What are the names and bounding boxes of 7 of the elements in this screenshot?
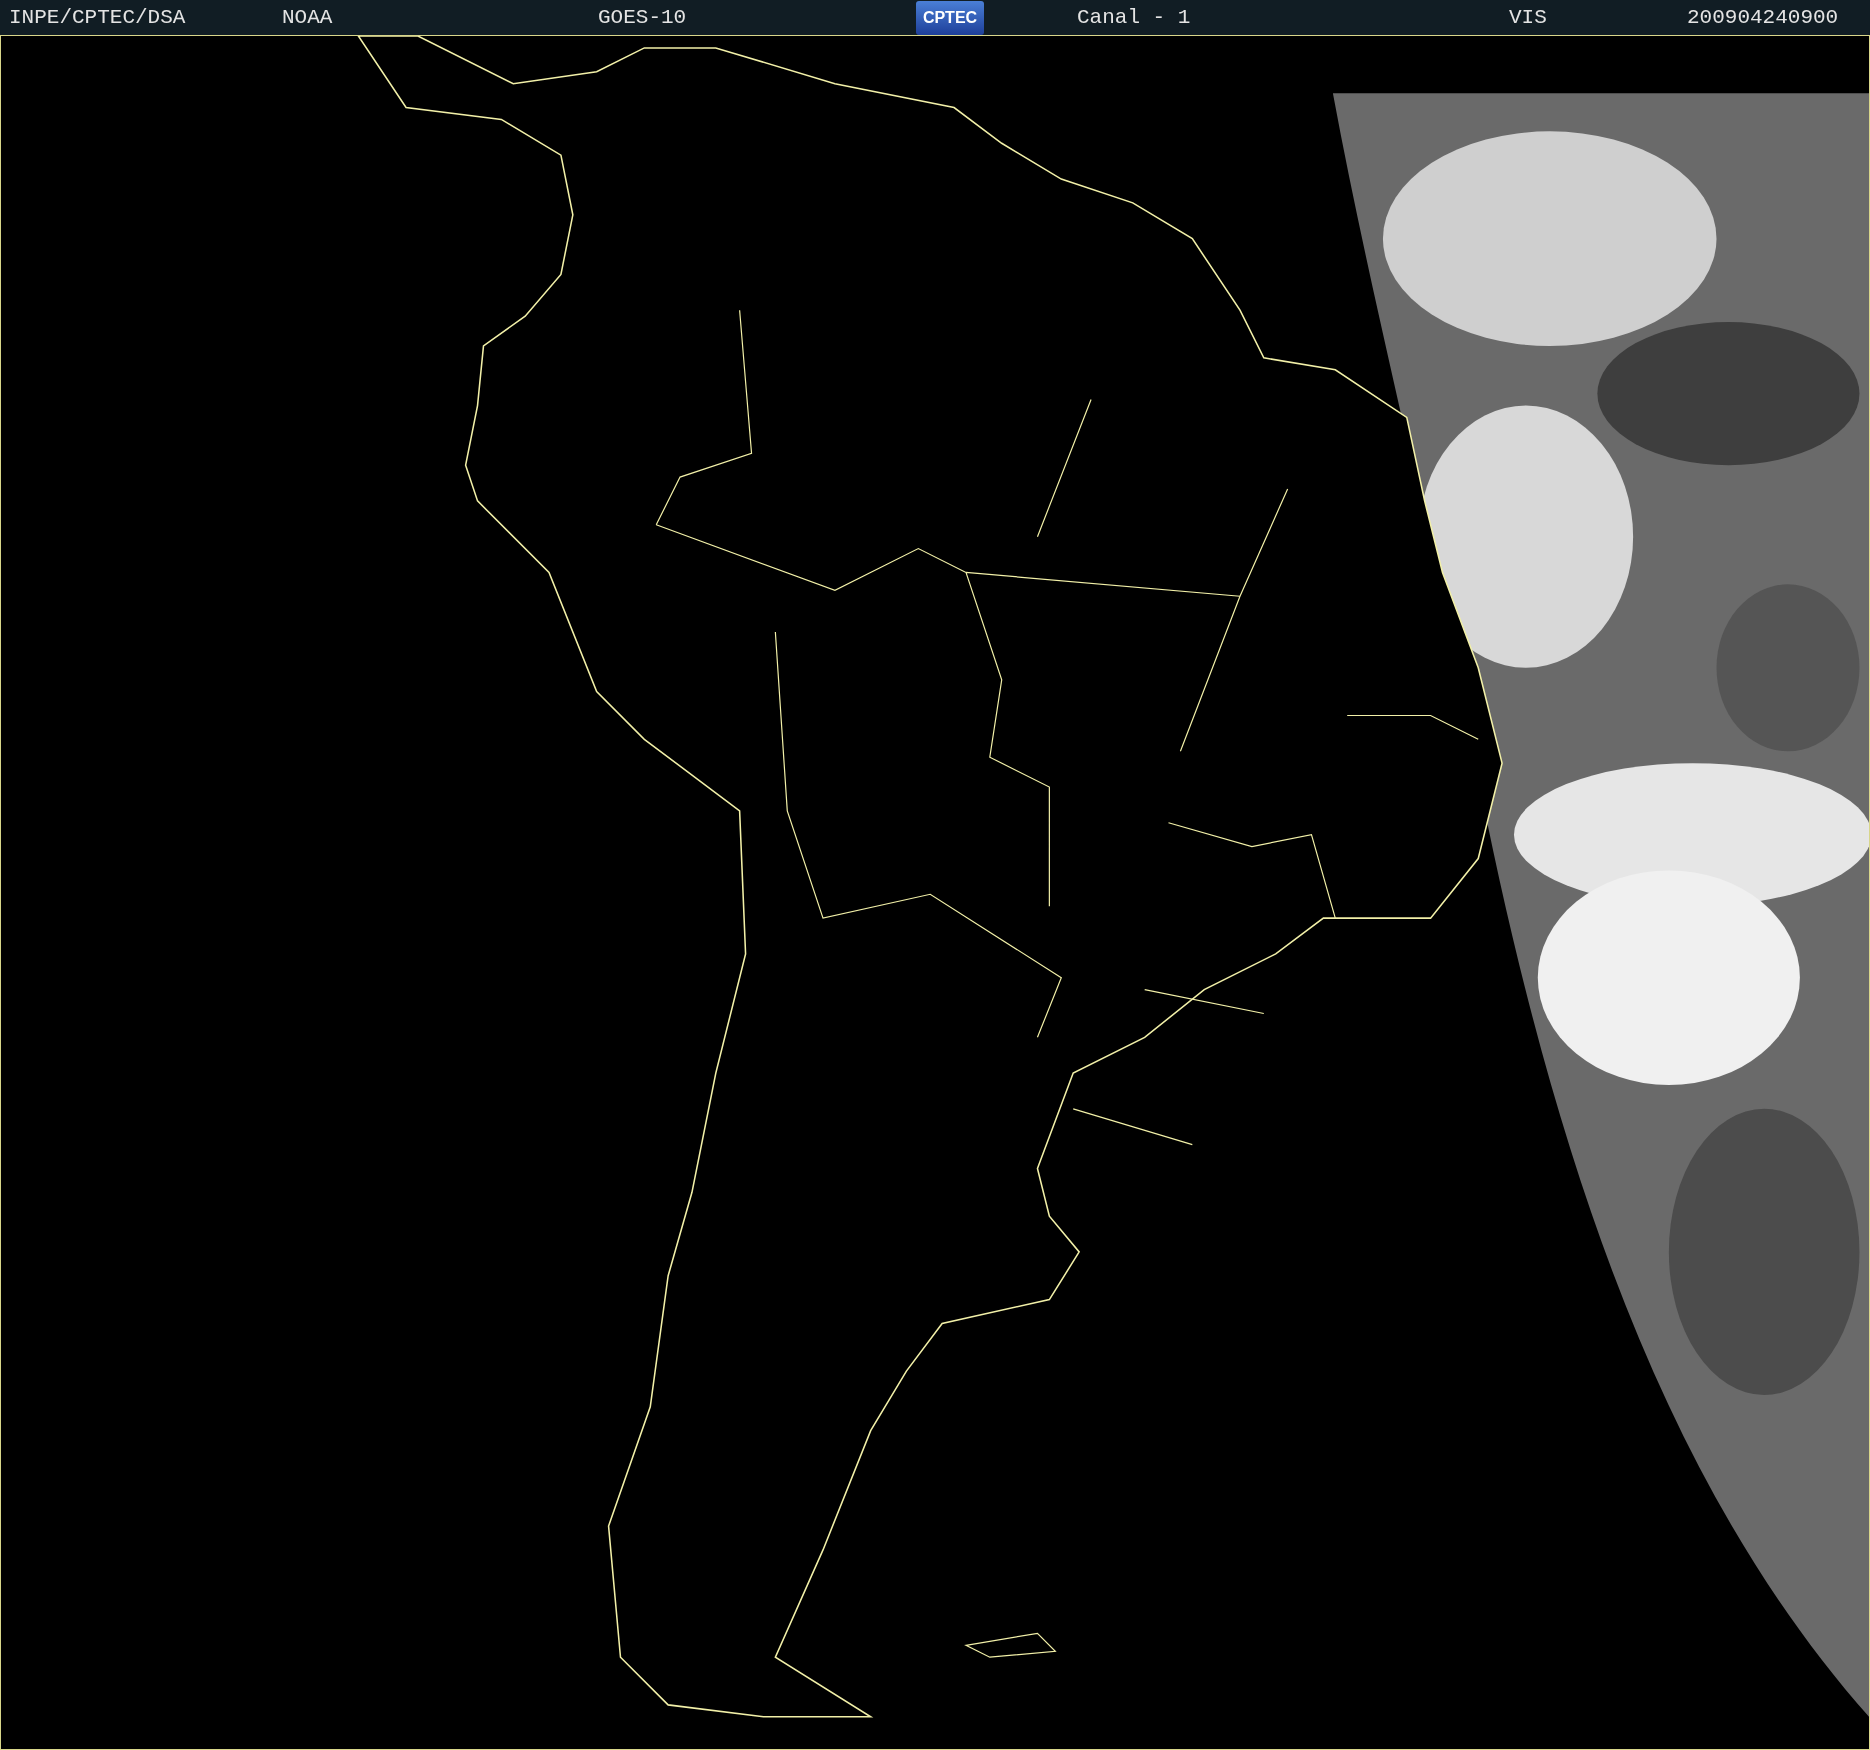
satellite-label: GOES-10 bbox=[598, 6, 688, 29]
logo: CPTEC bbox=[916, 0, 984, 35]
band-label: VIS bbox=[1509, 6, 1548, 29]
agency-label: INPE/CPTEC/DSA bbox=[9, 6, 187, 29]
source-label: NOAA bbox=[282, 6, 334, 29]
timestamp-label: 200904240900 bbox=[1687, 6, 1839, 29]
channel-label: Canal - 1 bbox=[1077, 6, 1192, 29]
